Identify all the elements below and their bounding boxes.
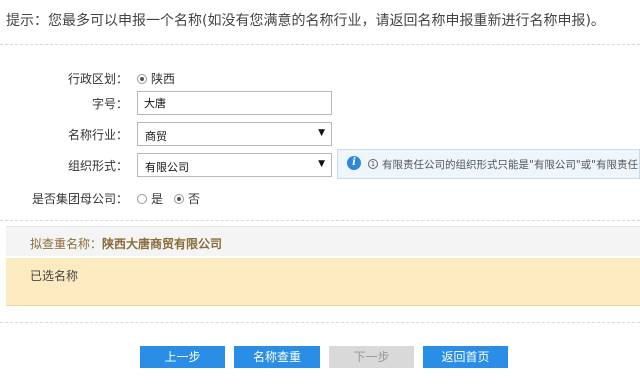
group-parent-no-label: 否 [188,192,201,206]
group-parent-row: 是否集团母公司： 是 否 [0,186,640,210]
notice-text: 提示：您最多可以申报一个名称(如没有您满意的名称行业，请返回名称申报重新进行名称… [6,13,605,29]
org-form-select-value: 有限公司 [145,161,189,174]
chevron-down-icon: ▼ [318,159,325,169]
group-parent-label: 是否集团母公司： [31,192,128,206]
return-home-button[interactable]: 返回首页 [423,346,508,368]
region-label: 行政区划： [67,72,128,86]
industry-row: 名称行业： 商贸 ▼ [0,122,640,146]
brand-label: 字号： [91,97,128,111]
proposed-name-value: 陕西大唐商贸有限公司 [102,237,223,251]
proposed-name-bar: 拟查重名称：陕西大唐商贸有限公司 [6,226,640,256]
group-parent-no-option[interactable]: 否 [174,190,200,207]
prev-step-button[interactable]: 上一步 [140,346,225,368]
brand-row: 字号： [0,91,640,115]
industry-select[interactable]: 商贸 ▼ [137,122,332,146]
org-form-hint: i 1 有限责任公司的组织形式只能是"有限公司"或"有限责任公 [337,149,640,179]
group-parent-yes-option[interactable]: 是 [137,190,163,207]
industry-select-value: 商贸 [145,130,167,143]
org-form-row: 组织形式： 有限公司 ▼ i 1 有限责任公司的组织形式只能是"有限公司"或"有… [0,149,640,179]
proposed-name-label: 拟查重名称：陕西大唐商贸有限公司 [30,237,223,251]
industry-label: 名称行业： [67,128,128,142]
bottom-divider [0,322,640,323]
selected-names-label: 已选名称 [30,269,79,283]
region-radio[interactable] [137,73,147,84]
next-step-button[interactable]: 下一步 [329,346,414,368]
region-option-label: 陕西 [151,72,176,86]
top-divider [0,44,640,45]
info-icon: i [347,156,361,170]
form-divider [0,220,640,221]
group-parent-yes-radio[interactable] [137,193,147,204]
name-check-button[interactable]: 名称查重 [234,346,320,368]
circle-number-icon: 1 [368,159,378,169]
group-parent-no-radio[interactable] [174,193,184,204]
group-parent-yes-label: 是 [151,192,164,206]
org-form-select[interactable]: 有限公司 ▼ [137,153,332,177]
org-form-label: 组织形式： [67,159,128,173]
brand-input[interactable] [137,91,332,115]
region-radio-option[interactable]: 陕西 [137,70,175,87]
chevron-down-icon: ▼ [318,128,325,138]
region-row: 行政区划： 陕西 [0,66,640,90]
org-form-hint-text: 有限责任公司的组织形式只能是"有限公司"或"有限责任公 [382,159,640,171]
selected-names-box: 已选名称 [6,258,640,306]
